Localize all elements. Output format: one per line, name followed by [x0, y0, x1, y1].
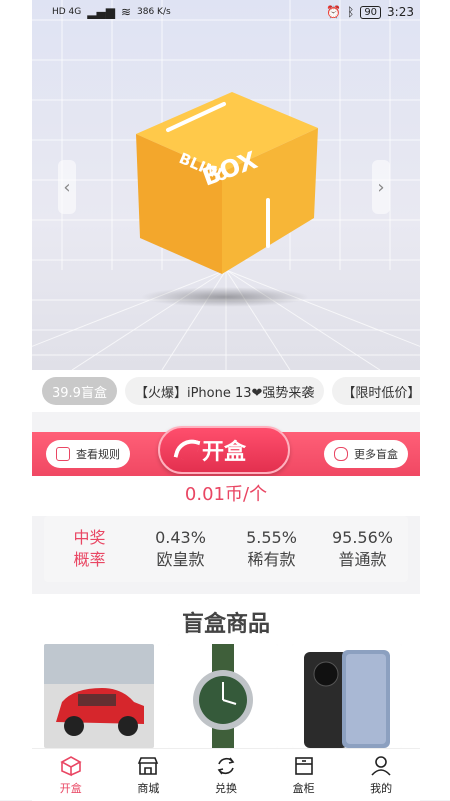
price-per-box: 0.01币/个	[32, 476, 420, 516]
bag-icon	[334, 447, 348, 461]
probability-common: 95.56% 普通款	[331, 528, 393, 569]
box-shadow	[140, 287, 310, 307]
smartphone-image	[292, 644, 402, 748]
probability-title: 中奖 概率	[73, 528, 106, 569]
exchange-icon	[217, 757, 235, 775]
hero-banner[interactable]: ‹ › BLIND BOX	[32, 0, 420, 370]
chip-39-9[interactable]: 39.9盲盒	[42, 377, 117, 405]
probability-legendary: 0.43% 欧皇款	[155, 528, 206, 569]
action-bar: 查看规则 开盒 更多盲盒	[32, 426, 420, 476]
box-icon	[60, 756, 82, 777]
chevron-right-icon: ›	[377, 176, 385, 198]
open-box-button[interactable]: 开盒	[158, 426, 290, 474]
time: 3:23	[387, 5, 414, 19]
document-icon	[56, 447, 70, 461]
bottom-tab-bar: 开盒 商城 兑换 盒柜 我的	[32, 748, 420, 801]
box-category-chips: 39.9盲盒 【火爆】iPhone 13❤强势来袭 【限时低价】社	[32, 370, 420, 412]
probability-rare: 5.55% 稀有款	[246, 528, 297, 569]
battery-level: 90	[364, 6, 378, 18]
right-margin	[420, 0, 450, 800]
user-icon	[371, 756, 391, 776]
view-rules-button[interactable]: 查看规则	[46, 440, 130, 468]
green-watch-image	[168, 644, 278, 748]
blind-box-illustration: BLIND BOX	[136, 92, 318, 274]
swish-icon	[173, 435, 201, 463]
chip-limited-price[interactable]: 【限时低价】社	[332, 377, 420, 405]
goods-list	[44, 644, 402, 748]
chip-iphone13[interactable]: 【火爆】iPhone 13❤强势来袭	[124, 377, 325, 405]
tab-profile[interactable]: 我的	[342, 749, 420, 801]
red-car-image	[44, 644, 154, 748]
wifi-icon: ≋	[120, 5, 132, 19]
box-goods-section: 盲盒商品	[32, 594, 420, 754]
battery-icon: 90	[360, 5, 382, 19]
tab-store[interactable]: 商城	[110, 749, 188, 801]
more-boxes-button[interactable]: 更多盲盒	[324, 440, 408, 468]
tab-open-box[interactable]: 开盒	[32, 749, 110, 801]
product-car[interactable]	[44, 644, 154, 748]
goods-title: 盲盒商品	[181, 612, 270, 637]
status-bar: HD 4G ▂▄▆ ≋ 386 K/s ⏰ ᛒ 90 3:23	[32, 0, 420, 24]
product-watch[interactable]	[168, 644, 278, 748]
cabinet-icon	[294, 757, 313, 775]
tab-cabinet[interactable]: 盒柜	[265, 749, 343, 801]
probability-panel: 中奖 概率 0.43% 欧皇款 5.55% 稀有款 95.56% 普通款	[44, 516, 408, 582]
left-margin	[0, 0, 32, 800]
product-phone[interactable]	[292, 644, 402, 748]
network-speed: 386 K/s	[137, 7, 171, 17]
store-icon	[138, 757, 159, 775]
carousel-prev-button[interactable]: ‹	[58, 160, 76, 214]
network-indicator: HD 4G	[52, 7, 82, 17]
signal-icon: ▂▄▆	[87, 5, 115, 19]
carousel-next-button[interactable]: ›	[372, 160, 390, 214]
alarm-icon: ⏰	[326, 5, 342, 19]
bluetooth-icon: ᛒ	[347, 5, 355, 19]
chevron-left-icon: ‹	[63, 176, 71, 198]
tab-exchange[interactable]: 兑换	[187, 749, 265, 801]
